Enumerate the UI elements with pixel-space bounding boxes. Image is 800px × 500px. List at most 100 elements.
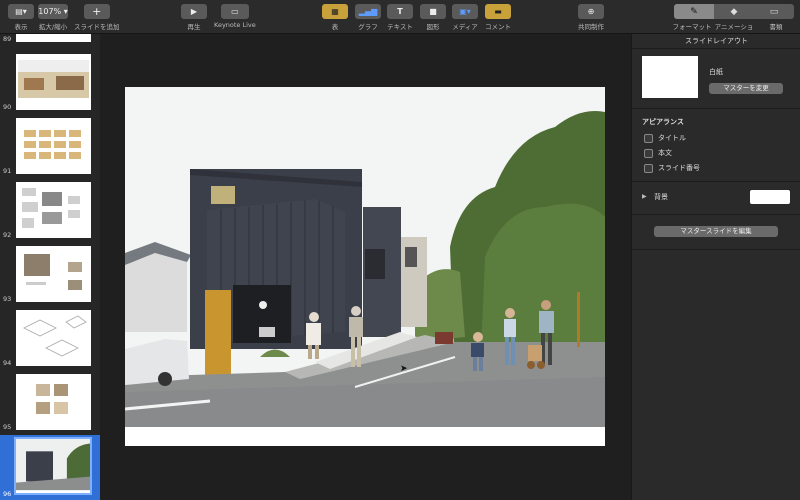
current-slide[interactable] <box>125 87 605 446</box>
table-label: 表 <box>331 23 339 31</box>
inspector-title: スライドレイアウト <box>632 34 800 49</box>
slide-thumbnail <box>16 246 91 302</box>
animate-diamond-icon[interactable]: ◆ <box>714 4 754 19</box>
slide-thumbnail <box>16 54 91 110</box>
chart-icon[interactable]: ▂▄▆ <box>355 4 381 19</box>
document-icon[interactable]: ▭ <box>754 4 794 19</box>
inspector-panel: スライドレイアウト 白紙 マスターを変更 アピアランス タイトル 本文 スライド… <box>631 34 800 500</box>
zoom-value: 107% <box>38 7 62 16</box>
slide-number: 94 <box>3 359 12 367</box>
mouse-cursor-icon: ➤ <box>400 364 408 374</box>
divider <box>632 214 800 215</box>
collaborate-icon[interactable]: ⊕ <box>578 4 604 19</box>
comment-control[interactable]: ▬ コメント <box>485 4 511 31</box>
slide-navigator: 89 90 91 92 93 94 95 96 <box>0 34 100 500</box>
slide-number: 96 <box>3 490 12 498</box>
comment-label: コメント <box>485 23 511 31</box>
room-photo-thumbnail <box>16 54 91 110</box>
play-icon[interactable]: ▶ <box>181 4 207 19</box>
master-thumbnail[interactable] <box>642 56 698 98</box>
edit-master-slide-button[interactable]: マスタースライドを編集 <box>654 226 778 237</box>
slide-number-checkbox-label: スライド番号 <box>658 164 700 172</box>
title-checkbox-label: タイトル <box>658 134 686 142</box>
slide-thumb-93[interactable]: 93 <box>0 244 100 306</box>
divider <box>632 249 800 250</box>
text-label: テキスト <box>387 23 413 31</box>
sketch-thumbnail <box>22 188 80 228</box>
media-label: メディア <box>452 23 478 31</box>
slide-thumb-89[interactable]: 89 <box>0 34 100 46</box>
play-control[interactable]: ▶ 再生 <box>181 4 207 31</box>
change-master-button[interactable]: マスターを変更 <box>709 83 783 94</box>
play-label: 再生 <box>187 23 201 31</box>
zoom-select[interactable]: 107% ▾ <box>38 4 68 19</box>
collaborate-control[interactable]: ⊕ 共同制作 <box>578 4 604 31</box>
slide-number: 93 <box>3 295 12 303</box>
slide-canvas: ➤ <box>100 34 631 500</box>
text-control[interactable]: T テキスト <box>387 4 413 31</box>
body-checkbox-label: 本文 <box>658 149 672 157</box>
title-checkbox[interactable]: タイトル <box>644 133 686 143</box>
toolbar: ▤▾ 表示 107% ▾ 拡大/縮小 + スライドを追加 ▶ 再生 ▭ Keyn… <box>0 0 800 41</box>
slide-thumbnail <box>14 437 92 495</box>
slide-thumb-92[interactable]: 92 <box>0 180 100 242</box>
format-brush-icon[interactable]: ✎ <box>674 4 714 19</box>
grid-photos-thumbnail <box>24 130 81 159</box>
slide-number: 91 <box>3 167 12 175</box>
chart-control[interactable]: ▂▄▆ グラフ <box>355 4 381 31</box>
keynote-live-label: Keynote Live <box>214 21 256 29</box>
slide-thumbnail <box>16 118 91 174</box>
text-icon[interactable]: T <box>387 4 413 19</box>
slide-thumb-90[interactable]: 90 <box>0 52 100 114</box>
media-control[interactable]: ▣▾ メディア <box>452 4 478 31</box>
zoom-label: 拡大/縮小 <box>38 23 68 31</box>
body-checkbox[interactable]: 本文 <box>644 148 672 158</box>
shape-control[interactable]: ■ 図形 <box>420 4 446 31</box>
appearance-heading: アピアランス <box>642 118 684 126</box>
isometric-drawing-thumbnail <box>23 315 87 357</box>
checkbox-icon[interactable] <box>644 133 653 143</box>
chart-label: グラフ <box>358 23 378 31</box>
slide-thumbnail <box>16 374 91 430</box>
background-color-well[interactable] <box>750 190 790 204</box>
collaborate-label: 共同制作 <box>578 23 604 31</box>
shape-icon[interactable]: ■ <box>420 4 446 19</box>
slide-thumb-91[interactable]: 91 <box>0 116 100 178</box>
table-icon[interactable]: ▦ <box>322 4 348 19</box>
checkbox-icon[interactable] <box>644 148 653 158</box>
house-family-photo[interactable] <box>125 87 605 446</box>
checkbox-icon[interactable] <box>644 163 653 173</box>
background-label: 背景 <box>654 193 668 201</box>
media-icon[interactable]: ▣▾ <box>452 4 478 19</box>
comment-icon[interactable]: ▬ <box>485 4 511 19</box>
sidebar-icon[interactable]: ▤▾ <box>8 4 34 19</box>
view-control[interactable]: ▤▾ 表示 <box>8 4 34 31</box>
zoom-control[interactable]: 107% ▾ 拡大/縮小 <box>38 4 68 31</box>
keynote-live-control[interactable]: ▭ Keynote Live <box>214 4 256 29</box>
slide-number-checkbox[interactable]: スライド番号 <box>644 163 700 173</box>
table-control[interactable]: ▦ 表 <box>322 4 348 31</box>
add-slide-label: スライドを追加 <box>74 23 120 31</box>
slide-thumb-95[interactable]: 95 <box>0 372 100 434</box>
slide-thumbnail <box>16 310 91 366</box>
slide-number: 95 <box>3 423 12 431</box>
add-slide-control[interactable]: + スライドを追加 <box>74 4 120 31</box>
house-photo-thumbnail <box>16 439 90 493</box>
divider <box>632 181 800 182</box>
slide-number: 89 <box>3 35 12 43</box>
product-photos-thumbnail <box>36 384 68 414</box>
slide-thumb-96[interactable]: 96 <box>0 435 100 500</box>
keynote-live-icon[interactable]: ▭ <box>220 4 249 19</box>
shape-label: 図形 <box>426 23 440 31</box>
disclosure-triangle-icon[interactable]: ▶ <box>642 193 647 200</box>
slide-number: 92 <box>3 231 12 239</box>
master-name: 白紙 <box>709 68 723 76</box>
add-slide-button[interactable]: + <box>83 4 110 19</box>
inspector-segmented[interactable]: ✎ ◆ ▭ <box>674 4 794 19</box>
divider <box>632 108 800 109</box>
slide-thumb-94[interactable]: 94 <box>0 308 100 370</box>
slide-number: 90 <box>3 103 12 111</box>
slide-thumbnail <box>16 34 91 42</box>
photo-collage-thumbnail <box>24 254 82 290</box>
slide-thumbnail <box>16 182 91 238</box>
